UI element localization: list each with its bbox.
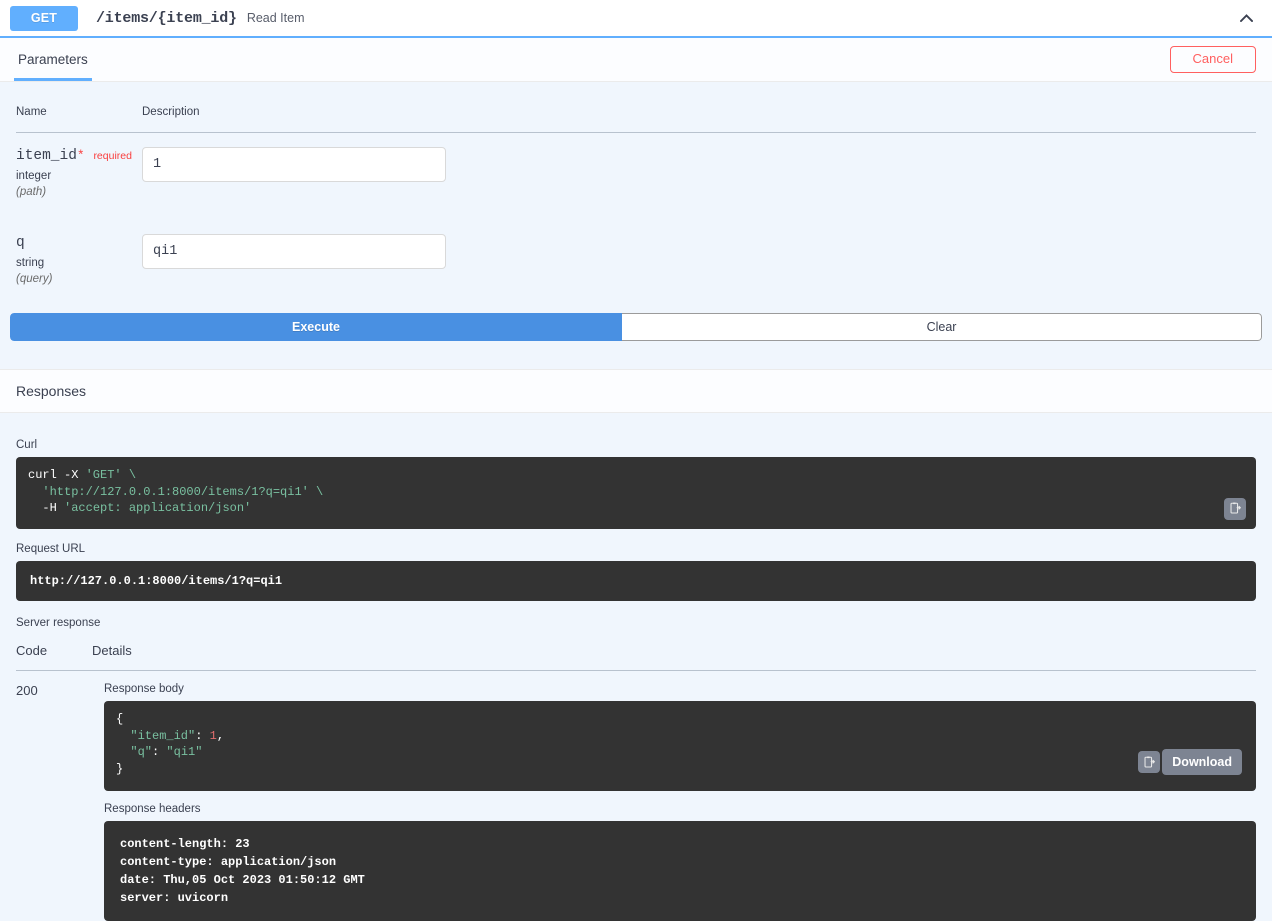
- parameter-name-cell-q: q string (query): [16, 220, 142, 295]
- body-key-q: "q": [116, 745, 153, 760]
- parameter-type-item-id: integer: [16, 170, 52, 183]
- execute-clear-row: Execute Clear: [10, 313, 1262, 342]
- curl-code-block: curl -X 'GET' \ 'http://127.0.0.1:8000/i…: [16, 457, 1256, 529]
- operation-path: /items/{item_id}: [96, 9, 237, 27]
- curl-method-arg: 'GET': [85, 468, 122, 483]
- required-star-icon: *: [76, 148, 85, 163]
- column-header-description: Description: [142, 82, 1256, 133]
- body-sep-1: :: [195, 728, 210, 743]
- collapse-toggle[interactable]: [1234, 6, 1258, 30]
- parameter-name-q: q: [16, 235, 25, 252]
- server-response-label: Server response: [16, 617, 101, 630]
- execute-button[interactable]: Execute: [10, 313, 622, 342]
- responses-section: Curl curl -X 'GET' \ 'http://127.0.0.1:8…: [0, 413, 1272, 921]
- body-value-item-id: 1: [209, 728, 217, 743]
- q-input[interactable]: [142, 234, 446, 270]
- curl-line1-continuation: \: [121, 468, 137, 483]
- parameter-type-q: string: [16, 257, 45, 270]
- response-table-header-row: Code Details: [16, 635, 1256, 672]
- tab-parameters-label: Parameters: [18, 52, 88, 67]
- copy-icon: [1230, 502, 1241, 514]
- required-label: required: [93, 150, 132, 162]
- copy-icon: [1144, 756, 1155, 768]
- copy-response-button[interactable]: [1138, 751, 1160, 774]
- body-key-item-id: "item_id": [116, 728, 196, 743]
- response-headers-block: content-length: 23 content-type: applica…: [104, 821, 1256, 921]
- request-url-label: Request URL: [16, 542, 86, 555]
- clear-button[interactable]: Clear: [622, 313, 1262, 342]
- parameter-location-item-id: (path): [16, 186, 47, 199]
- table-row: 200 Response body { "item_id": 1, "q": "…: [16, 671, 1256, 921]
- column-header-name: Name: [16, 82, 142, 133]
- http-method-badge: GET: [10, 5, 78, 31]
- request-url-block: http://127.0.0.1:8000/items/1?q=qi1: [16, 560, 1256, 602]
- parameters-section: Name Description item_id* required integ…: [0, 82, 1272, 370]
- cancel-button[interactable]: Cancel: [1169, 46, 1256, 73]
- status-code-cell: 200: [16, 683, 38, 699]
- response-body-label: Response body: [104, 683, 184, 696]
- parameters-table-header-row: Name Description: [16, 82, 1256, 133]
- parameter-value-cell-q: [142, 220, 1256, 295]
- curl-url-arg: 'http://127.0.0.1:8000/items/1?q=qi1': [28, 484, 309, 499]
- body-open-brace: {: [116, 712, 124, 727]
- responses-section-header: Responses: [0, 369, 1272, 414]
- item-id-input[interactable]: [142, 147, 446, 182]
- response-details-cell: Response body { "item_id": 1, "q": "qi1"…: [92, 671, 1256, 921]
- responses-title: Responses: [16, 383, 87, 400]
- curl-header-arg: 'accept: application/json': [64, 501, 252, 516]
- table-row: q string (query): [16, 220, 1256, 295]
- column-header-code: Code: [16, 635, 92, 672]
- operation-summary-text: Read Item: [246, 11, 305, 25]
- parameter-name-cell-item-id: item_id* required integer (path): [16, 133, 142, 221]
- operation-tabbar: Parameters Cancel: [0, 38, 1272, 82]
- copy-curl-button[interactable]: [1224, 497, 1246, 520]
- parameter-location-q: (query): [16, 273, 53, 286]
- operation-summary-header[interactable]: GET /items/{item_id} Read Item: [0, 0, 1272, 38]
- parameters-table: Name Description item_id* required integ…: [16, 82, 1256, 295]
- body-comma: ,: [216, 728, 225, 743]
- parameter-value-cell-item-id: [142, 133, 1256, 221]
- body-sep-2: :: [152, 745, 167, 760]
- body-close-brace: }: [116, 761, 124, 776]
- download-button[interactable]: Download: [1162, 749, 1242, 776]
- body-value-q: "qi1": [166, 745, 203, 760]
- response-body-block: { "item_id": 1, "q": "qi1" } Download: [104, 701, 1256, 792]
- parameter-name-item-id: item_id: [16, 148, 77, 164]
- column-header-details: Details: [92, 635, 1256, 672]
- curl-cmd: curl -X: [28, 468, 86, 483]
- chevron-up-icon: [1239, 14, 1253, 22]
- table-row: item_id* required integer (path): [16, 133, 1256, 221]
- tab-parameters[interactable]: Parameters: [14, 38, 92, 81]
- response-headers-label: Response headers: [104, 803, 201, 816]
- server-response-table: Code Details 200 Response body { "item_i…: [16, 635, 1256, 921]
- curl-header-flag: -H: [28, 501, 65, 516]
- curl-label: Curl: [16, 439, 38, 452]
- curl-line2-continuation: \: [308, 484, 324, 499]
